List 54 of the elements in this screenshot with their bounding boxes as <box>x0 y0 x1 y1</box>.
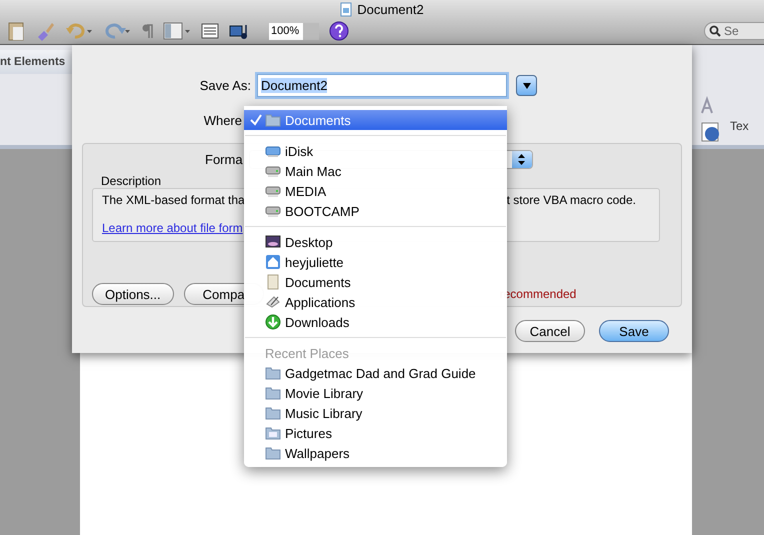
folder-icon <box>265 365 281 381</box>
menu-item[interactable]: Downloads <box>244 312 507 332</box>
paragraph-icon <box>700 121 722 143</box>
menu-item[interactable]: Music Library <box>244 403 507 423</box>
menu-item[interactable]: Desktop <box>244 232 507 252</box>
menu-item[interactable]: Wallpapers <box>244 443 507 463</box>
window-title: Document2 <box>357 2 424 17</box>
search-icon <box>709 25 721 37</box>
triangle-icon <box>522 82 530 88</box>
menu-item[interactable]: BOOTCAMP <box>244 201 507 221</box>
menu-item[interactable]: heyjuliette <box>244 252 507 272</box>
section-heading: Recent Places <box>264 344 350 362</box>
menu-item[interactable]: MEDIA <box>244 181 507 201</box>
pencil-icon <box>265 294 281 310</box>
menu-item[interactable]: Movie Library <box>244 383 507 403</box>
menu-item[interactable]: Main Mac <box>244 161 507 181</box>
desktop-icon <box>265 234 281 250</box>
folder-icon <box>265 445 281 461</box>
save-as-label: Save As: <box>198 78 251 93</box>
pictures-folder-icon <box>265 425 281 441</box>
stepper-arrows-icon <box>518 154 526 164</box>
file-formats-link[interactable]: Learn more about file form <box>102 221 243 235</box>
folder-icon <box>265 385 281 401</box>
description-text: t store VBA macro code. <box>506 193 636 207</box>
where-label: Where <box>202 112 242 128</box>
menu-item[interactable]: iDisk <box>244 141 507 161</box>
menu-item[interactable]: Pictures <box>244 423 507 443</box>
layout-icon[interactable] <box>163 22 191 40</box>
ribbon-label: Tex <box>730 119 749 135</box>
action-button[interactable]: Cancel <box>515 320 585 342</box>
download-icon <box>265 314 281 330</box>
search-field[interactable]: Se <box>704 22 764 40</box>
document-icon <box>340 2 352 17</box>
media-icon[interactable] <box>229 22 249 40</box>
menu-item[interactable]: Documents <box>244 110 507 130</box>
action-button[interactable]: Save <box>599 320 669 342</box>
help-icon[interactable] <box>329 21 349 41</box>
pilcrow-icon[interactable] <box>141 23 153 39</box>
zoom-field[interactable]: 100% <box>269 22 303 40</box>
home-icon <box>265 254 281 270</box>
description-text: The XML-based format tha <box>102 193 245 207</box>
document-icon <box>265 274 281 290</box>
dialog-button[interactable]: Options... <box>92 283 174 305</box>
folder-icon <box>265 112 281 128</box>
checkmark-icon <box>250 114 262 126</box>
format-label: Forma <box>205 152 243 166</box>
clipboard-icon[interactable] <box>7 21 25 41</box>
font-size-icon <box>700 95 714 115</box>
menu-item[interactable]: Gadgetmac Dad and Grad Guide <box>244 363 507 383</box>
folder-icon <box>265 405 281 421</box>
description-label: Description <box>101 174 162 188</box>
expand-button[interactable] <box>516 75 537 96</box>
file-name-field[interactable]: Document2 <box>257 74 507 97</box>
ribbon-tab[interactable]: nt Elements <box>0 50 72 74</box>
